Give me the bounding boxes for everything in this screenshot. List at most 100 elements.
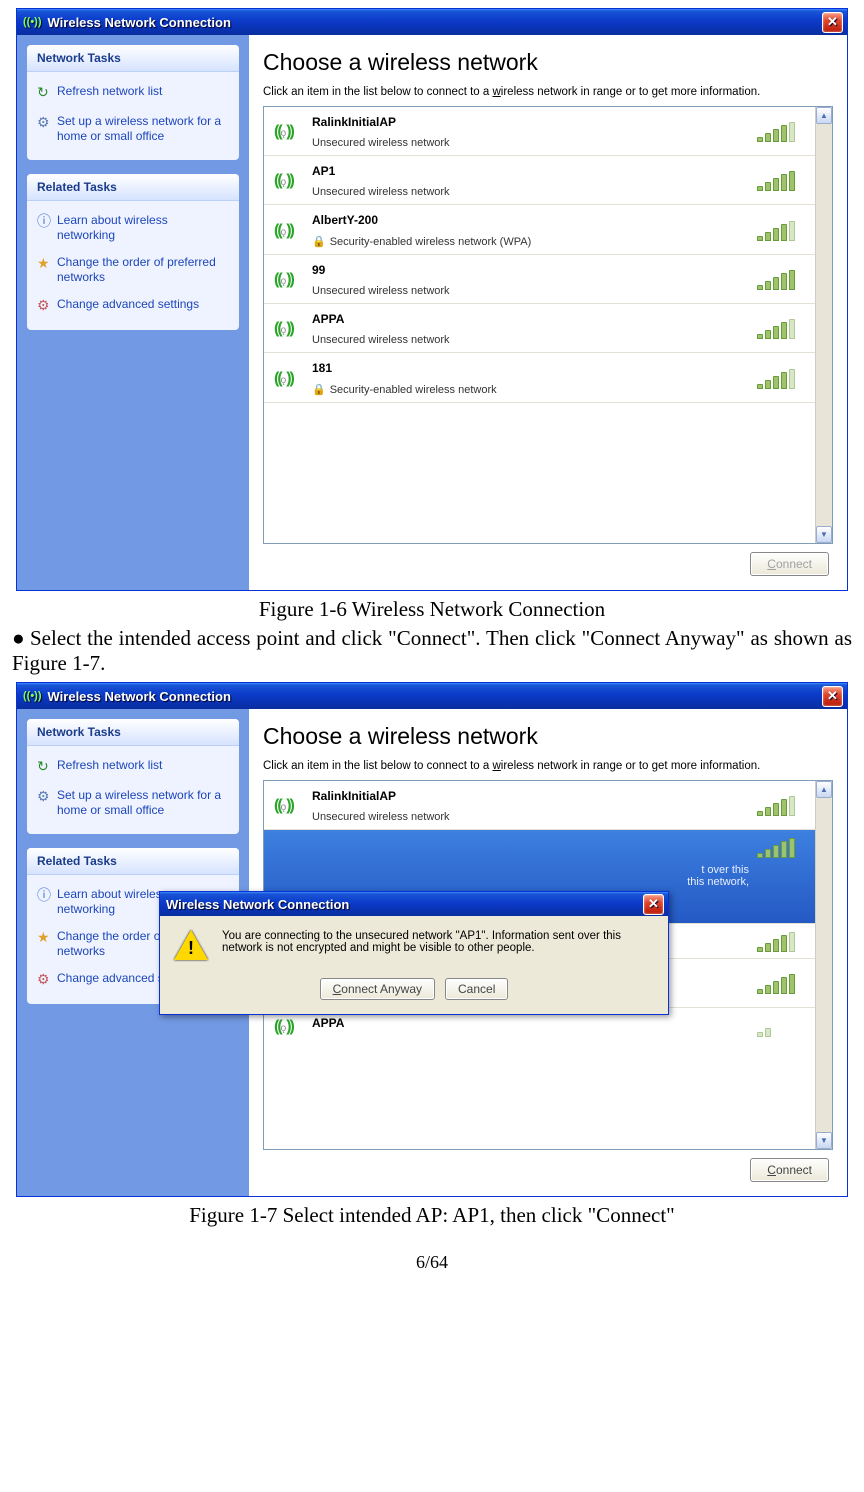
bullet-text: ●Select the intended access point and cl… [12, 626, 852, 676]
network-row[interactable]: ((ǫ))AP1 Unsecured wireless network [264, 156, 815, 205]
sidebar-item-label: Set up a wireless network for a home or … [57, 788, 229, 818]
dialog-titlebar[interactable]: Wireless Network Connection ✕ [160, 892, 668, 916]
connect-button[interactable]: Connect [750, 1158, 829, 1182]
network-security: Unsecured wireless network [312, 811, 757, 823]
signal-bars-icon [757, 122, 805, 142]
signal-bars-icon [757, 932, 805, 952]
refresh-icon: ↻ [37, 84, 57, 102]
network-name: RalinkInitialAP [312, 115, 757, 129]
signal-bars-icon [757, 796, 805, 816]
network-security: Unsecured wireless network [312, 137, 757, 149]
selected-hint: t over this [687, 864, 749, 876]
close-icon[interactable]: ✕ [822, 12, 843, 33]
window-title: Wireless Network Connection [48, 689, 231, 704]
antenna-icon: ((ǫ)) [274, 222, 312, 240]
antenna-icon: ((ǫ)) [274, 797, 312, 815]
connect-button[interactable]: Connect [750, 552, 829, 576]
panel-network-tasks: Network Tasks ↻ Refresh network list ⚙ S… [27, 719, 239, 834]
instruction-text: Click an item in the list below to conne… [263, 86, 833, 98]
sidebar-item-setup[interactable]: ⚙ Set up a wireless network for a home o… [35, 108, 231, 150]
page-title: Choose a wireless network [263, 49, 833, 76]
network-name: AP1 [312, 164, 757, 178]
scroll-up-icon[interactable]: ▲ [816, 781, 832, 798]
panel-network-tasks: Network Tasks ↻ Refresh network list ⚙ S… [27, 45, 239, 160]
refresh-icon: ↻ [37, 758, 57, 776]
dialog-connect-warning: Wireless Network Connection ✕ ! You are … [159, 891, 669, 1015]
antenna-icon: ((ǫ)) [274, 123, 312, 141]
lock-icon: 🔒 [312, 235, 326, 248]
info-icon: ⓘ [37, 213, 57, 243]
sidebar-item-label: Set up a wireless network for a home or … [57, 114, 229, 144]
network-name: APPA [312, 1016, 757, 1030]
main-panel: Choose a wireless network Click an item … [249, 35, 847, 590]
sidebar-item-label: Change advanced settings [57, 297, 199, 315]
window-wireless-1: ((•)) Wireless Network Connection ✕ Netw… [16, 8, 848, 591]
gear-icon: ⚙ [37, 971, 57, 989]
panel-title: Network Tasks [27, 45, 239, 72]
signal-bars-icon [757, 221, 805, 241]
sidebar-item-setup[interactable]: ⚙ Set up a wireless network for a home o… [35, 782, 231, 824]
scroll-down-icon[interactable]: ▼ [816, 1132, 832, 1149]
instruction-text: Click an item in the list below to conne… [263, 760, 833, 772]
window-wireless-2: ((•)) Wireless Network Connection ✕ Netw… [16, 682, 848, 1197]
network-name: 181 [312, 361, 757, 375]
network-security: Unsecured wireless network [312, 285, 757, 297]
close-icon[interactable]: ✕ [822, 686, 843, 707]
network-name: 99 [312, 263, 757, 277]
network-security: 🔒 Security-enabled wireless network [312, 383, 757, 396]
sidebar-item-order[interactable]: ★ Change the order of preferred networks [35, 249, 231, 291]
sidebar-item-refresh[interactable]: ↻ Refresh network list [35, 752, 231, 782]
warning-icon: ! [174, 930, 208, 964]
network-security: 🔒 Security-enabled wireless network (WPA… [312, 235, 757, 248]
antenna-icon: ((ǫ)) [274, 172, 312, 190]
panel-title: Network Tasks [27, 719, 239, 746]
sidebar-item-label: Refresh network list [57, 84, 162, 102]
cancel-button[interactable]: Cancel [445, 978, 508, 1000]
selected-hint: this network, [687, 876, 749, 888]
scrollbar[interactable]: ▲ ▼ [815, 107, 832, 543]
network-list: ((ǫ))RalinkInitialAPUnsecured wireless n… [263, 106, 833, 544]
sidebar: Network Tasks ↻ Refresh network list ⚙ S… [17, 35, 249, 590]
figure-caption: Figure 1-7 Select intended AP: AP1, then… [6, 1203, 858, 1228]
antenna-icon: ((ǫ)) [274, 1018, 312, 1036]
network-name: APPA [312, 312, 757, 326]
scrollbar[interactable]: ▲ ▼ [815, 781, 832, 1149]
star-icon: ★ [37, 929, 57, 959]
signal-bars-icon [757, 270, 805, 290]
network-row[interactable]: ((ǫ))181 🔒 Security-enabled wireless netw… [264, 353, 815, 403]
connect-anyway-button[interactable]: Connect Anyway [320, 978, 435, 1000]
setup-icon: ⚙ [37, 114, 57, 144]
close-icon[interactable]: ✕ [643, 894, 664, 915]
sidebar-item-learn[interactable]: ⓘ Learn about wireless networking [35, 207, 231, 249]
panel-title: Related Tasks [27, 174, 239, 201]
lock-icon: 🔒 [312, 383, 326, 396]
signal-bars-icon [757, 319, 805, 339]
signal-bars-icon [757, 838, 805, 858]
dialog-message: You are connecting to the unsecured netw… [222, 930, 654, 954]
sidebar-item-advanced[interactable]: ⚙ Change advanced settings [35, 291, 231, 321]
network-row[interactable]: ((ǫ)) RalinkInitialAP Unsecured wireless… [264, 781, 815, 830]
sidebar-item-refresh[interactable]: ↻ Refresh network list [35, 78, 231, 108]
scroll-up-icon[interactable]: ▲ [816, 107, 832, 124]
network-row[interactable]: ((ǫ))AlbertY-200🔒 Security-enabled wirel… [264, 205, 815, 255]
titlebar[interactable]: ((•)) Wireless Network Connection ✕ [17, 9, 847, 35]
signal-bars-icon [757, 171, 805, 191]
wifi-icon: ((•)) [23, 690, 42, 702]
scroll-down-icon[interactable]: ▼ [816, 526, 832, 543]
antenna-icon: ((ǫ)) [274, 370, 312, 388]
panel-related-tasks: Related Tasks ⓘ Learn about wireless net… [27, 174, 239, 331]
info-icon: ⓘ [37, 887, 57, 917]
network-row[interactable]: ((ǫ))99Unsecured wireless network [264, 255, 815, 304]
setup-icon: ⚙ [37, 788, 57, 818]
gear-icon: ⚙ [37, 297, 57, 315]
panel-title: Related Tasks [27, 848, 239, 875]
antenna-icon: ((ǫ)) [274, 320, 312, 338]
network-row[interactable]: ((ǫ))RalinkInitialAP Unsecured wireless n… [264, 107, 815, 156]
titlebar[interactable]: ((•)) Wireless Network Connection ✕ [17, 683, 847, 709]
star-icon: ★ [37, 255, 57, 285]
network-security: Unsecured wireless network [312, 186, 757, 198]
network-security: Unsecured wireless network [312, 334, 757, 346]
sidebar-item-label: Learn about wireless networking [57, 213, 229, 243]
signal-bars-icon [757, 369, 805, 389]
network-row[interactable]: ((ǫ))APPA Unsecured wireless network [264, 304, 815, 353]
